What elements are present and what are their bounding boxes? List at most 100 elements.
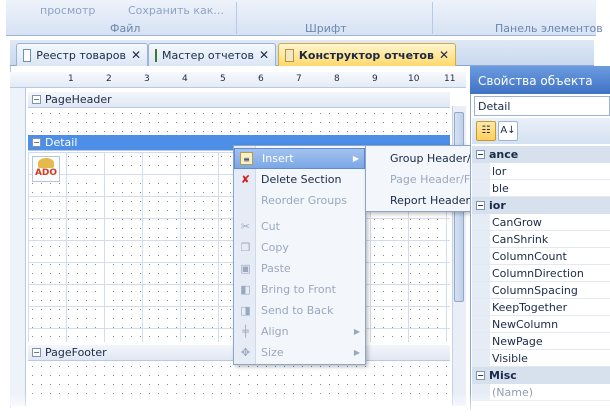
- collapse-icon[interactable]: −: [32, 95, 41, 104]
- section-label: PageFooter: [45, 346, 107, 359]
- ruler-mark: 11: [444, 74, 456, 84]
- section-page-header[interactable]: − PageHeader: [28, 92, 450, 108]
- property-row-newpage[interactable]: NewPage: [472, 333, 610, 350]
- menu-item-copy[interactable]: ❐ Copy: [234, 237, 365, 258]
- property-row-visible[interactable]: Visible: [472, 350, 610, 367]
- align-icon: ╪: [242, 325, 249, 338]
- property-category-behavior[interactable]: − ior: [472, 197, 610, 214]
- property-name: CanShrink: [492, 232, 549, 246]
- collapse-icon[interactable]: −: [476, 150, 485, 159]
- close-icon[interactable]: ✕: [439, 48, 449, 62]
- tab-label: Конструктор отчетов: [298, 48, 434, 62]
- property-name: ColumnSpacing: [492, 283, 578, 297]
- page-header-grid[interactable]: [28, 109, 450, 133]
- wizard-icon: [155, 48, 157, 62]
- ruler-mark: 4: [182, 74, 188, 84]
- ruler-mark: 2: [106, 74, 112, 84]
- property-row-columnspacing[interactable]: ColumnSpacing: [472, 282, 610, 299]
- menu-item-size[interactable]: ✥ Size ▶: [234, 342, 365, 363]
- ruler-mark: 10: [408, 74, 420, 84]
- categorized-icon[interactable]: ☷: [476, 121, 496, 141]
- ribbon-save-as-button[interactable]: Сохранить как...: [128, 4, 224, 17]
- section-label: Detail: [45, 136, 78, 149]
- close-icon[interactable]: ✕: [131, 48, 141, 62]
- bottom-fade: [0, 392, 610, 418]
- property-row-keeptogether[interactable]: KeepTogether: [472, 299, 610, 316]
- alphabetical-sort-icon[interactable]: A↓: [498, 121, 518, 141]
- menu-item-align[interactable]: ╪ Align ▶: [234, 321, 365, 342]
- ribbon-separator: [236, 2, 237, 34]
- ado-data-control[interactable]: ADO: [32, 156, 60, 182]
- menu-item-bring-to-front[interactable]: ◧ Bring to Front: [234, 279, 365, 300]
- ribbon-group-file: Файл: [110, 22, 141, 35]
- property-row-newcolumn[interactable]: NewColumn: [472, 316, 610, 333]
- collapse-icon[interactable]: −: [476, 201, 485, 210]
- menu-item-label: Delete Section: [261, 173, 342, 186]
- property-row[interactable]: lor: [472, 163, 610, 180]
- ruler-mark: 8: [334, 74, 340, 84]
- properties-toolbar: ☷ A↓: [472, 118, 610, 144]
- menu-item-label: Paste: [261, 262, 291, 275]
- insert-icon: ≡: [240, 152, 253, 165]
- ruler-mark: 7: [296, 74, 302, 84]
- vertical-ruler: [10, 88, 26, 406]
- ruler-mark: 9: [372, 74, 378, 84]
- menu-item-label: Send to Back: [261, 304, 334, 317]
- ruler-mark: 6: [258, 74, 264, 84]
- property-name: Visible: [492, 351, 528, 365]
- menu-item-label: Size: [261, 346, 284, 359]
- collapse-icon[interactable]: −: [32, 348, 41, 357]
- ruler-mark: 5: [220, 74, 226, 84]
- tab-products-registry[interactable]: Реестр товаров ✕: [16, 43, 148, 66]
- tab-label: Реестр товаров: [36, 48, 126, 62]
- property-name: CanGrow: [492, 215, 542, 229]
- property-name: NewColumn: [492, 317, 559, 331]
- collapse-icon[interactable]: −: [32, 138, 41, 147]
- menu-item-label: Copy: [261, 241, 289, 254]
- menu-item-reorder-groups[interactable]: Reorder Groups: [234, 190, 365, 211]
- property-row-columncount[interactable]: ColumnCount: [472, 248, 610, 265]
- copy-icon: ❐: [240, 241, 251, 254]
- property-name: KeepTogether: [492, 300, 568, 314]
- close-icon[interactable]: ✕: [259, 48, 269, 62]
- submenu-arrow-icon: ▶: [353, 327, 360, 336]
- ribbon-group-toolbox: Панель элементов: [495, 22, 603, 35]
- property-row-canshrink[interactable]: CanShrink: [472, 231, 610, 248]
- ruler-mark: 3: [144, 74, 150, 84]
- document-tabbar: Реестр товаров ✕ Мастер отчетов ✕ Констр…: [10, 40, 594, 66]
- property-category-appearance[interactable]: − ance: [472, 146, 610, 163]
- tab-report-designer[interactable]: Конструктор отчетов ✕: [278, 43, 456, 66]
- menu-item-delete-section[interactable]: ✘ Delete Section: [234, 169, 365, 190]
- tab-label: Мастер отчетов: [162, 48, 254, 62]
- property-name: ColumnCount: [492, 249, 567, 263]
- menu-item-label: Align: [261, 325, 289, 338]
- menu-item-label: Reorder Groups: [261, 194, 347, 207]
- ribbon-separator: [432, 2, 433, 34]
- property-row[interactable]: ble: [472, 180, 610, 197]
- ruler-mark: 1: [68, 74, 74, 84]
- properties-title: Свойства объекта: [470, 66, 610, 94]
- category-label: ance: [489, 148, 519, 161]
- size-icon: ✥: [240, 346, 251, 359]
- horizontal-ruler: 1 2 3 4 5 6 7 8 9 10 11: [10, 72, 466, 88]
- tab-report-wizard[interactable]: Мастер отчетов ✕: [148, 43, 276, 66]
- ribbon-preview-button[interactable]: просмотр: [40, 4, 95, 17]
- menu-item-paste[interactable]: ▣ Paste: [234, 258, 365, 279]
- collapse-icon[interactable]: −: [476, 371, 485, 380]
- object-selector-combo[interactable]: Detail: [474, 96, 610, 116]
- property-row-columndirection[interactable]: ColumnDirection: [472, 265, 610, 282]
- property-category-misc[interactable]: − Misc: [472, 367, 610, 384]
- designer-icon: [285, 48, 294, 62]
- property-row-cangrow[interactable]: CanGrow: [472, 214, 610, 231]
- menu-item-cut[interactable]: ✂ Cut: [234, 216, 365, 237]
- menu-item-label: Bring to Front: [261, 283, 336, 296]
- category-label: Misc: [489, 369, 517, 382]
- menu-item-label: Cut: [261, 220, 280, 233]
- category-label: ior: [489, 199, 506, 212]
- menu-item-label: Insert: [262, 152, 294, 165]
- menu-item-insert[interactable]: ≡ Insert ▶: [234, 148, 365, 169]
- section-context-menu: ≡ Insert ▶ ✘ Delete Section Reorder Grou…: [233, 145, 366, 365]
- database-icon: [38, 158, 54, 168]
- menu-item-send-to-back[interactable]: ◨ Send to Back: [234, 300, 365, 321]
- ribbon-group-font: Шрифт: [305, 22, 347, 35]
